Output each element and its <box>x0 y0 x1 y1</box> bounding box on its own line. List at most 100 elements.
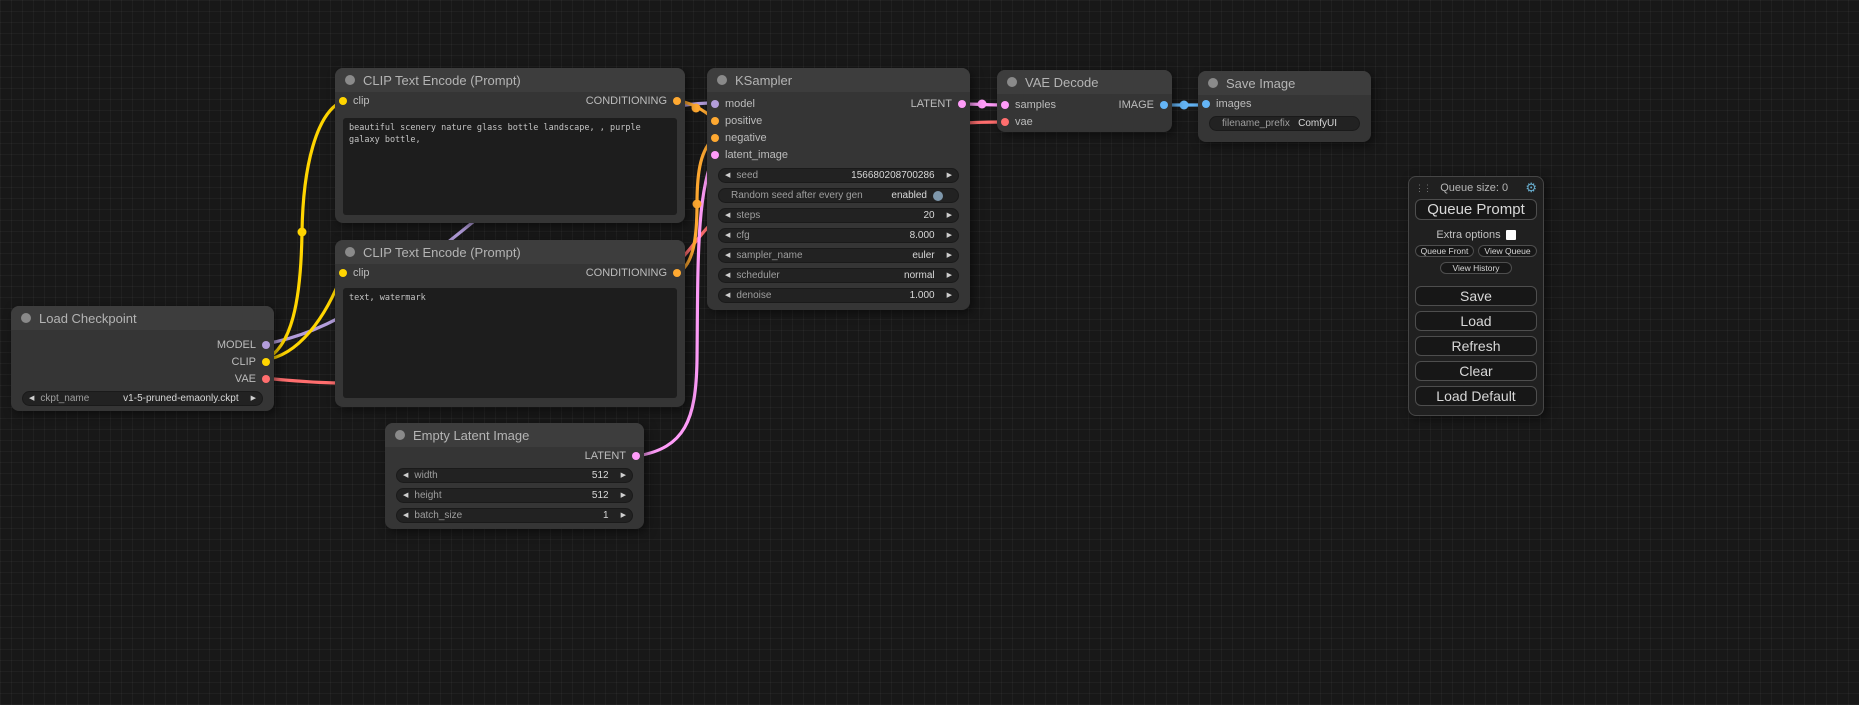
increment-icon[interactable]: ▶ <box>941 272 958 279</box>
increment-icon[interactable]: ▶ <box>615 472 632 479</box>
output-dot-clip[interactable] <box>262 358 270 366</box>
collapse-dot-icon[interactable] <box>717 75 727 85</box>
increment-icon[interactable]: ▶ <box>941 212 958 219</box>
queue-front-button[interactable]: Queue Front <box>1415 245 1474 257</box>
node-header: Load Checkpoint <box>11 306 274 330</box>
reroute-dot-positive <box>692 104 701 113</box>
input-dot-clip[interactable] <box>339 97 347 105</box>
batch-size-widget[interactable]: ◀ batch_size 1 ▶ <box>396 508 633 523</box>
extra-options-checkbox[interactable] <box>1506 230 1516 240</box>
output-dot-conditioning[interactable] <box>673 269 681 277</box>
decrement-icon[interactable]: ◀ <box>719 232 736 239</box>
steps-widget[interactable]: ◀ steps 20 ▶ <box>718 208 959 223</box>
input-dot-images[interactable] <box>1202 100 1210 108</box>
refresh-button[interactable]: Refresh <box>1415 336 1537 356</box>
output-dot-latent[interactable] <box>632 452 640 460</box>
collapse-dot-icon[interactable] <box>21 313 31 323</box>
prompt-textarea[interactable]: text, watermark <box>343 288 677 398</box>
collapse-dot-icon[interactable] <box>345 75 355 85</box>
node-vae-decode[interactable]: VAE Decode samples IMAGE vae <box>997 70 1172 132</box>
output-dot-image[interactable] <box>1160 101 1168 109</box>
scheduler-widget[interactable]: ◀ scheduler normal ▶ <box>718 268 959 283</box>
sampler-name-widget[interactable]: ◀ sampler_name euler ▶ <box>718 248 959 263</box>
clear-button[interactable]: Clear <box>1415 361 1537 381</box>
collapse-dot-icon[interactable] <box>345 247 355 257</box>
node-title: KSampler <box>735 73 792 88</box>
input-dot-negative[interactable] <box>711 134 719 142</box>
node-title: VAE Decode <box>1025 75 1098 90</box>
output-label-conditioning: CONDITIONING <box>586 267 667 279</box>
increment-icon[interactable]: ▶ <box>941 172 958 179</box>
node-header: Save Image <box>1198 71 1371 95</box>
output-dot-conditioning[interactable] <box>673 97 681 105</box>
node-empty-latent-image[interactable]: Empty Latent Image LATENT ◀ width 512 ▶ … <box>385 423 644 529</box>
input-dot-clip[interactable] <box>339 269 347 277</box>
node-clip-text-encode-positive[interactable]: CLIP Text Encode (Prompt) clip CONDITION… <box>335 68 685 223</box>
width-widget[interactable]: ◀ width 512 ▶ <box>396 468 633 483</box>
increment-icon[interactable]: ▶ <box>245 395 262 402</box>
view-queue-button[interactable]: View Queue <box>1478 245 1537 257</box>
increment-icon[interactable]: ▶ <box>941 252 958 259</box>
input-dot-positive[interactable] <box>711 117 719 125</box>
decrement-icon[interactable]: ◀ <box>397 512 414 519</box>
output-label-image: IMAGE <box>1119 99 1154 111</box>
prompt-textarea[interactable]: beautiful scenery nature glass bottle la… <box>343 118 677 215</box>
view-history-button[interactable]: View History <box>1440 262 1512 274</box>
queue-prompt-button[interactable]: Queue Prompt <box>1415 199 1537 220</box>
increment-icon[interactable]: ▶ <box>941 232 958 239</box>
output-label-vae: VAE <box>235 373 256 385</box>
output-dot-latent[interactable] <box>958 100 966 108</box>
decrement-icon[interactable]: ◀ <box>719 292 736 299</box>
load-default-button[interactable]: Load Default <box>1415 386 1537 406</box>
input-label-clip: clip <box>353 267 370 279</box>
settings-gear-icon[interactable]: ⚙ <box>1525 181 1537 194</box>
input-label-positive: positive <box>725 115 762 127</box>
node-title: Save Image <box>1226 76 1295 91</box>
load-button[interactable]: Load <box>1415 311 1537 331</box>
decrement-icon[interactable]: ◀ <box>719 252 736 259</box>
input-dot-samples[interactable] <box>1001 101 1009 109</box>
decrement-icon[interactable]: ◀ <box>23 395 40 402</box>
input-dot-vae[interactable] <box>1001 118 1009 126</box>
collapse-dot-icon[interactable] <box>1208 78 1218 88</box>
increment-icon[interactable]: ▶ <box>941 292 958 299</box>
random-seed-toggle-widget[interactable]: Random seed after every gen enabled <box>718 188 959 203</box>
seed-widget[interactable]: ◀ seed 156680208700286 ▶ <box>718 168 959 183</box>
node-title: CLIP Text Encode (Prompt) <box>363 73 521 88</box>
output-label-clip: CLIP <box>232 356 256 368</box>
increment-icon[interactable]: ▶ <box>615 512 632 519</box>
queue-size-label: Queue size: 0 <box>1423 182 1525 194</box>
input-dot-model[interactable] <box>711 100 719 108</box>
decrement-icon[interactable]: ◀ <box>719 272 736 279</box>
collapse-dot-icon[interactable] <box>1007 77 1017 87</box>
denoise-widget[interactable]: ◀ denoise 1.000 ▶ <box>718 288 959 303</box>
node-save-image[interactable]: Save Image images filename_prefix ComfyU… <box>1198 71 1371 142</box>
toggle-knob-icon[interactable] <box>933 191 943 201</box>
save-button[interactable]: Save <box>1415 286 1537 306</box>
node-ksampler[interactable]: KSampler model LATENT positive negative … <box>707 68 970 310</box>
cfg-widget[interactable]: ◀ cfg 8.000 ▶ <box>718 228 959 243</box>
output-dot-vae[interactable] <box>262 375 270 383</box>
decrement-icon[interactable]: ◀ <box>397 472 414 479</box>
extra-options-label: Extra options <box>1436 229 1500 241</box>
decrement-icon[interactable]: ◀ <box>719 212 736 219</box>
increment-icon[interactable]: ▶ <box>615 492 632 499</box>
output-label-latent: LATENT <box>585 450 626 462</box>
ckpt-name-widget[interactable]: ◀ ckpt_name v1-5-pruned-emaonly.ckpt ▶ <box>22 391 263 406</box>
decrement-icon[interactable]: ◀ <box>397 492 414 499</box>
node-load-checkpoint[interactable]: Load Checkpoint MODEL CLIP VAE ◀ ckpt_na… <box>11 306 274 411</box>
node-header: VAE Decode <box>997 70 1172 94</box>
input-label-model: model <box>725 98 755 110</box>
input-dot-latent-image[interactable] <box>711 151 719 159</box>
output-dot-model[interactable] <box>262 341 270 349</box>
node-title: Empty Latent Image <box>413 428 529 443</box>
height-widget[interactable]: ◀ height 512 ▶ <box>396 488 633 503</box>
decrement-icon[interactable]: ◀ <box>719 172 736 179</box>
collapse-dot-icon[interactable] <box>395 430 405 440</box>
node-header: KSampler <box>707 68 970 92</box>
filename-prefix-widget[interactable]: filename_prefix ComfyUI <box>1209 116 1360 131</box>
drag-handle-icon[interactable]: ⋮⋮ <box>1415 182 1423 194</box>
node-header: CLIP Text Encode (Prompt) <box>335 68 685 92</box>
node-title: Load Checkpoint <box>39 311 137 326</box>
node-clip-text-encode-negative[interactable]: CLIP Text Encode (Prompt) clip CONDITION… <box>335 240 685 407</box>
